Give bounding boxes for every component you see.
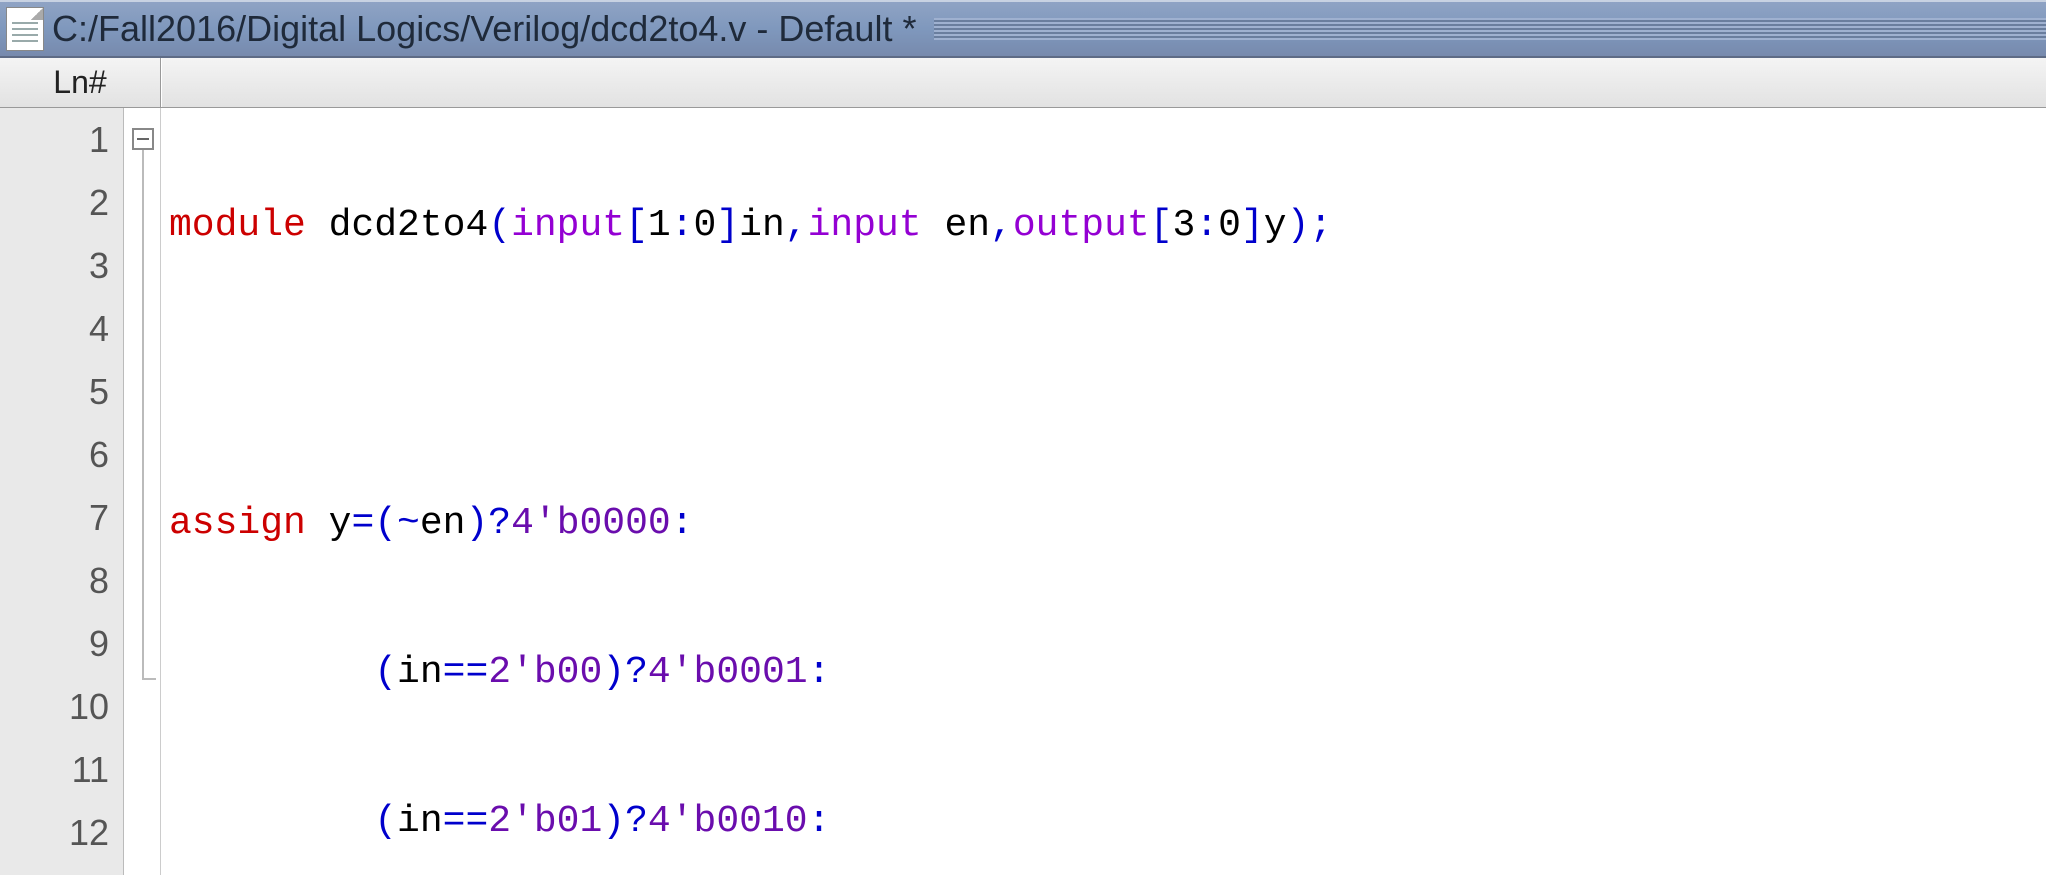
line-number: 2 <box>0 171 123 234</box>
line-number-gutter: 1 2 3 4 5 6 7 8 9 10 11 12 <box>0 108 124 875</box>
line-number: 6 <box>0 423 123 486</box>
line-number: 11 <box>0 738 123 801</box>
line-number: 8 <box>0 549 123 612</box>
fold-guide-line <box>142 150 144 680</box>
line-number: 1 <box>0 108 123 171</box>
line-number: 10 <box>0 675 123 738</box>
line-number: 9 <box>0 612 123 675</box>
line-number: 5 <box>0 360 123 423</box>
column-header-row: Ln# <box>0 58 2046 108</box>
editor-window: C:/Fall2016/Digital Logics/Verilog/dcd2t… <box>0 0 2046 875</box>
line-number: 4 <box>0 297 123 360</box>
code-header-spacer <box>161 58 2046 107</box>
code-line[interactable]: (in==2'b00)?4'b0001: <box>169 641 2046 704</box>
code-line[interactable]: (in==2'b01)?4'b0010: <box>169 790 2046 853</box>
titlebar-stripes <box>934 18 2046 40</box>
file-path: C:/Fall2016/Digital Logics/Verilog/dcd2t… <box>52 8 934 50</box>
line-number-header: Ln# <box>0 58 161 107</box>
code-area[interactable]: module dcd2to4(input[1:0]in,input en,out… <box>161 108 2046 875</box>
code-line[interactable]: module dcd2to4(input[1:0]in,input en,out… <box>169 194 2046 257</box>
code-line[interactable] <box>169 343 2046 406</box>
fold-toggle-icon[interactable] <box>132 128 154 150</box>
code-line[interactable]: assign y=(~en)?4'b0000: <box>169 492 2046 555</box>
fold-column <box>124 108 161 875</box>
document-icon <box>6 7 44 51</box>
line-number: 12 <box>0 801 123 864</box>
titlebar[interactable]: C:/Fall2016/Digital Logics/Verilog/dcd2t… <box>0 0 2046 58</box>
line-number: 7 <box>0 486 123 549</box>
editor-body: 1 2 3 4 5 6 7 8 9 10 11 12 module dcd2to… <box>0 108 2046 875</box>
line-number: 3 <box>0 234 123 297</box>
